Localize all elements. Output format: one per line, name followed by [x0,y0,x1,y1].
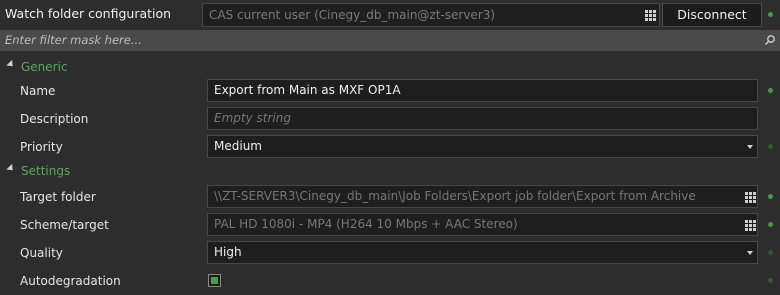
autodegradation-label: Autodegradation [20,274,121,288]
priority-status-dot [768,144,773,149]
priority-select[interactable]: Medium [207,135,758,158]
filter-input[interactable]: Enter filter mask here... [5,30,142,51]
collapse-triangle-icon[interactable] [6,163,16,174]
scheme-target-status-dot [768,222,773,227]
target-folder-label: Target folder [20,190,96,204]
priority-dropdown-caret-icon[interactable] [747,145,753,149]
quality-status-dot [768,250,773,255]
quality-label: Quality [20,246,63,260]
name-status-dot [768,88,773,93]
section-settings-label[interactable]: Settings [21,163,70,179]
connection-browse-grid-icon[interactable] [643,8,657,22]
scheme-target-label: Scheme/target [20,218,109,232]
name-input[interactable]: Export from Main as MXF OP1A [207,79,758,102]
search-icon[interactable] [764,34,776,46]
target-folder-status-dot [768,194,773,199]
checkbox-check-icon [211,277,218,284]
autodegradation-status-dot [768,278,773,283]
connection-field[interactable]: CAS current user (Cinegy_db_main@zt-serv… [202,3,660,27]
target-folder-browse-grid-icon[interactable] [743,190,757,204]
quality-dropdown-caret-icon[interactable] [747,251,753,255]
collapse-triangle-icon[interactable] [6,59,16,70]
section-generic-label[interactable]: Generic [21,59,68,75]
description-input[interactable]: Empty string [207,107,758,130]
priority-label: Priority [20,140,63,154]
disconnect-button[interactable]: Disconnect [662,3,762,27]
autodegradation-checkbox[interactable] [208,274,221,287]
description-label: Description [20,112,89,126]
connection-status-dot [768,12,773,17]
scheme-target-browse-grid-icon[interactable] [743,218,757,232]
scheme-target-field[interactable]: PAL HD 1080i - MP4 (H264 10 Mbps + AAC S… [207,213,758,236]
name-label: Name [20,84,56,98]
quality-select[interactable]: High [207,241,758,264]
target-folder-field[interactable]: \\ZT-SERVER3\Cinegy_db_main\Job Folders\… [207,185,758,208]
panel-title: Watch folder configuration [5,6,172,21]
